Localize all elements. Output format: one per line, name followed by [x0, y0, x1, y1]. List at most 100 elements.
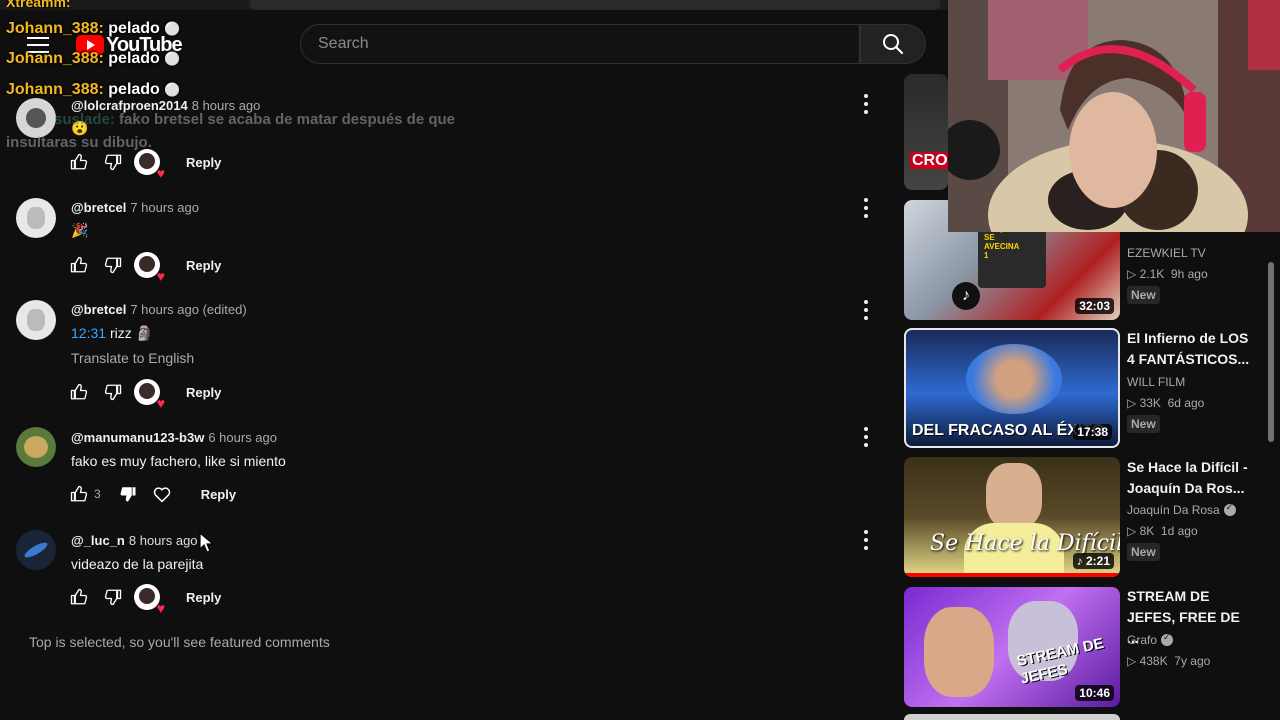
comment-time[interactable]: 7 hours ago	[130, 200, 199, 215]
comment-menu-button[interactable]	[861, 530, 871, 550]
avatar[interactable]	[16, 198, 56, 238]
timestamp-link[interactable]: 12:31	[71, 325, 106, 341]
video-thumbnail[interactable]: CRO DEF	[904, 74, 948, 190]
search-button[interactable]	[860, 24, 926, 64]
video-channel[interactable]: Joaquín Da Rosa	[1127, 502, 1236, 517]
avatar[interactable]	[16, 98, 56, 138]
comment-time[interactable]: 7 hours ago (edited)	[130, 302, 246, 317]
video-duration: 17:38	[1073, 424, 1112, 440]
like-button[interactable]	[68, 254, 90, 276]
reply-button[interactable]: Reply	[186, 385, 221, 400]
search-icon	[883, 34, 904, 55]
video-channel[interactable]: Grafo	[1127, 632, 1174, 647]
comment-time[interactable]: 6 hours ago	[208, 430, 277, 445]
dislike-button[interactable]	[117, 483, 139, 505]
comment-text: 🎉	[71, 222, 89, 238]
creator-heart-badge: ♥	[134, 149, 165, 180]
new-badge: New	[1127, 286, 1160, 304]
video-channel[interactable]: WILL FILM	[1127, 375, 1185, 389]
comment-menu-button[interactable]	[861, 198, 871, 218]
new-badge: New	[1127, 543, 1160, 561]
reply-button[interactable]: Reply	[201, 487, 236, 502]
heart-button[interactable]	[151, 483, 173, 505]
thumbs-up-icon	[70, 588, 88, 605]
youtube-play-icon	[76, 35, 104, 55]
comment-menu-button[interactable]	[861, 300, 871, 320]
dislike-button[interactable]	[102, 151, 124, 173]
verified-badge-icon	[1161, 632, 1174, 646]
thumbs-down-icon	[104, 154, 122, 171]
comment-author[interactable]: @bretcel	[71, 200, 126, 215]
comment-actions: 3 Reply	[68, 482, 236, 506]
creator-heart-badge: ♥	[134, 379, 165, 410]
avatar[interactable]	[16, 530, 56, 570]
video-channel[interactable]: EZEWKIEL TV	[1127, 246, 1206, 260]
comments-section: @lolcrafproen2014 8 hours ago 😮 ♥ Reply @…	[0, 74, 900, 720]
avatar[interactable]	[16, 427, 56, 467]
comment-header: @manumanu123-b3w 6 hours ago	[71, 430, 277, 445]
browser-tab[interactable]	[250, 0, 940, 10]
comment-text: 12:31 rizz 🗿	[71, 325, 154, 341]
comment-time[interactable]: 8 hours ago	[192, 98, 261, 113]
thumbs-up-icon	[70, 256, 88, 273]
video-title[interactable]: El Infierno de LOS 4 FANTÁSTICOS...	[1127, 328, 1255, 370]
watched-progress-bar	[904, 573, 1120, 577]
comment-author[interactable]: @manumanu123-b3w	[71, 430, 204, 445]
video-meta: ▷ 2.1K 9h ago	[1127, 267, 1208, 281]
like-count: 3	[94, 487, 101, 501]
like-button[interactable]	[68, 381, 90, 403]
like-button[interactable]	[68, 151, 90, 173]
streamer-webcam	[948, 0, 1280, 232]
video-meta: ▷ 438K 7y ago	[1127, 654, 1211, 668]
comment-header: @bretcel 7 hours ago (edited)	[71, 302, 247, 317]
video-meta: ▷ 33K 6d ago	[1127, 396, 1205, 410]
comment-menu-button[interactable]	[861, 427, 871, 447]
featured-comments-note: Top is selected, so you'll see featured …	[29, 634, 330, 650]
video-thumbnail[interactable]: STREAM DE JEFES 10:46	[904, 587, 1120, 707]
new-badge: New	[1127, 415, 1160, 433]
comment-actions: ♥ Reply	[68, 252, 221, 283]
video-title[interactable]: Se Hace la Difícil - Joaquín Da Ros...	[1127, 457, 1255, 499]
comment-time[interactable]: 8 hours ago	[129, 533, 198, 548]
comment-text: 😮	[71, 120, 89, 136]
reply-button[interactable]: Reply	[186, 590, 221, 605]
webcam-feed-image	[948, 0, 1280, 232]
youtube-logo[interactable]: YouTube	[76, 33, 183, 56]
comment-author[interactable]: @lolcrafproen2014	[71, 98, 188, 113]
heart-icon: ♥	[156, 268, 165, 284]
reply-button[interactable]: Reply	[186, 155, 221, 170]
comment-menu-button[interactable]	[861, 94, 871, 114]
like-button[interactable]	[68, 586, 90, 608]
hamburger-menu-icon[interactable]	[27, 37, 49, 53]
video-thumbnail[interactable]: DEL FRACASO AL ÉXITO 17:38	[904, 328, 1120, 448]
youtube-header: YouTube	[0, 10, 948, 74]
heart-outline-icon	[153, 487, 170, 503]
comment-text: videazo de la parejita	[71, 556, 204, 572]
video-duration: 32:03	[1075, 298, 1114, 314]
youtube-logo-text: YouTube	[106, 33, 183, 56]
translate-button[interactable]: Translate to English	[71, 350, 194, 366]
thumbs-down-icon	[104, 589, 122, 606]
dislike-button[interactable]	[102, 254, 124, 276]
dislike-button[interactable]	[102, 586, 124, 608]
avatar[interactable]	[16, 300, 56, 340]
dislike-button[interactable]	[102, 381, 124, 403]
comment-author[interactable]: @_luc_n	[71, 533, 125, 548]
video-thumbnail[interactable]: Se Hace la Difícil ♪ 2:21	[904, 457, 1120, 577]
sidebar-scrollbar[interactable]	[1268, 262, 1274, 442]
next-video-thumbnail[interactable]	[904, 714, 1120, 720]
heart-icon: ♥	[156, 165, 165, 181]
thumbs-up-icon	[70, 485, 88, 502]
like-button[interactable]	[68, 483, 90, 505]
comment-actions: ♥ Reply	[68, 149, 221, 180]
reply-button[interactable]: Reply	[186, 258, 221, 273]
thumbs-down-filled-icon	[120, 487, 136, 502]
comment-author[interactable]: @bretcel	[71, 302, 126, 317]
search-input[interactable]	[301, 25, 859, 63]
thumbs-up-icon	[70, 383, 88, 400]
comment-header: @bretcel 7 hours ago	[71, 200, 199, 215]
verified-badge-icon	[1223, 502, 1236, 516]
comment-actions: ♥ Reply	[68, 584, 221, 615]
heart-icon: ♥	[156, 395, 165, 411]
video-duration: ♪ 2:21	[1072, 553, 1114, 569]
